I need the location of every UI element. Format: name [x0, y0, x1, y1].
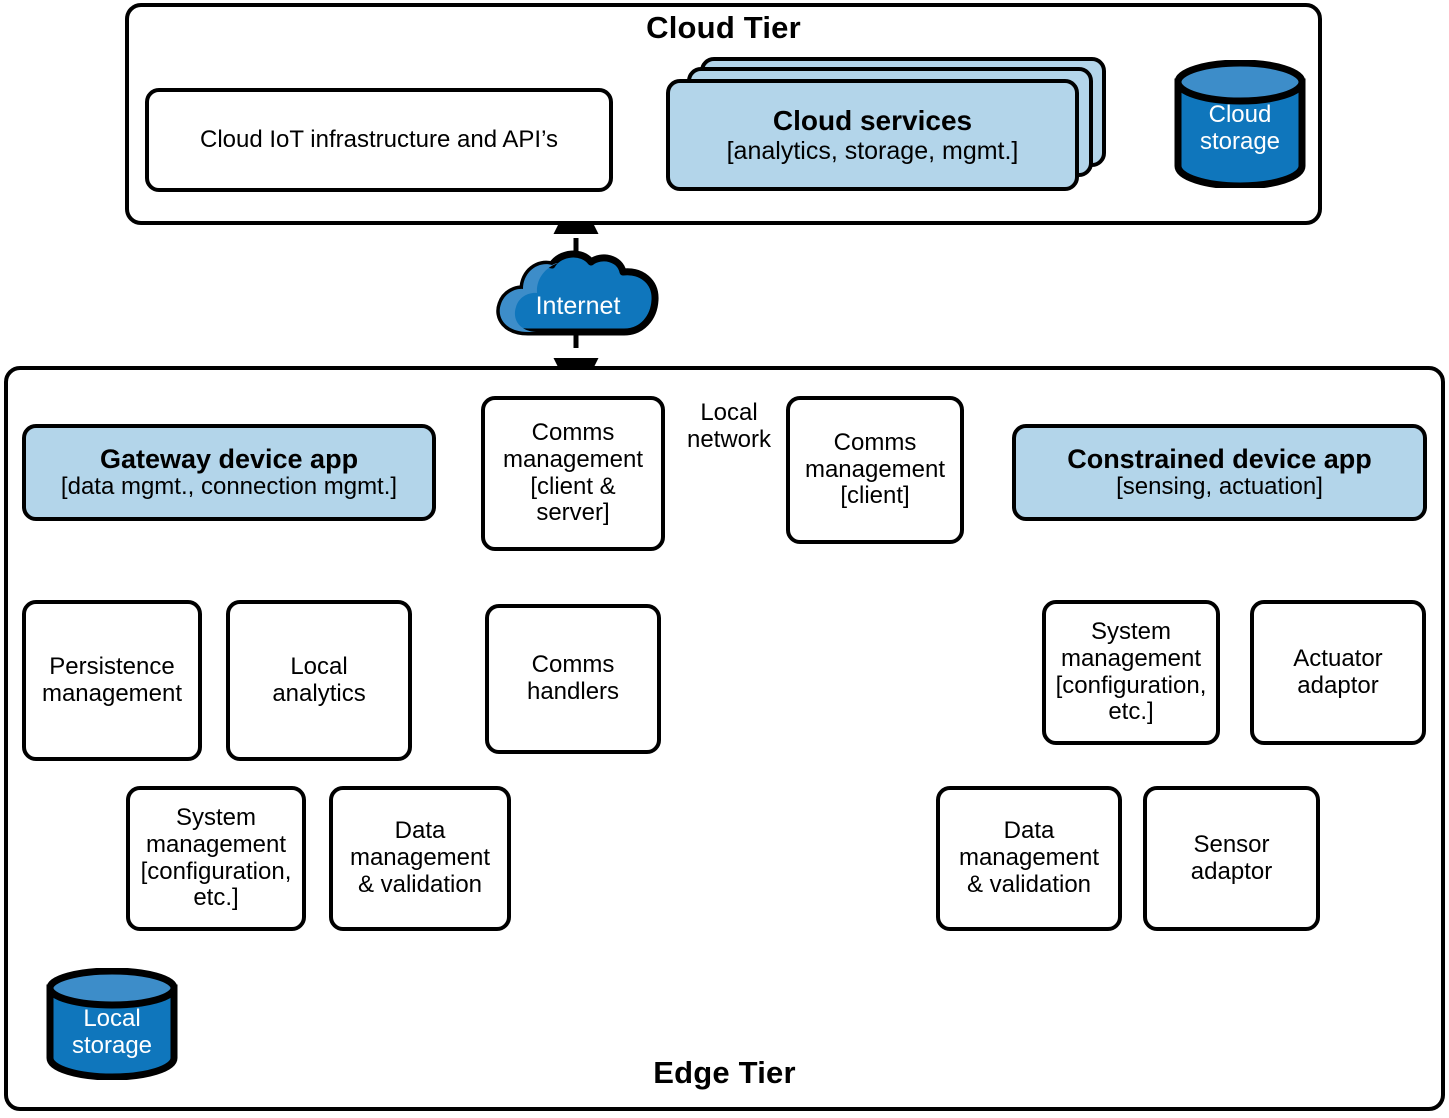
sensor-adaptor-line2: adaptor [1190, 857, 1273, 885]
comms-handlers-line1: Comms [531, 651, 615, 679]
cloud-storage-label: Cloud storage [1173, 101, 1307, 156]
internet-cloud[interactable]: Internet [492, 248, 664, 338]
gateway-comms-management-line4: server] [536, 499, 610, 527]
local-analytics-line1: Local [290, 652, 348, 680]
gateway-comms-management-line1: Comms [531, 418, 615, 446]
cloud-storage-cylinder[interactable]: Cloud storage [1173, 60, 1307, 188]
local-storage-line2: storage [71, 1031, 153, 1059]
local-network-line1: Local [700, 399, 758, 426]
gateway-comms-management-line2: management [502, 445, 644, 473]
constrained-data-management-line1: Data [1003, 817, 1055, 845]
edge-tier-title: Edge Tier [653, 1055, 796, 1090]
gateway-system-management-node[interactable]: System management [configuration, etc.] [126, 786, 306, 931]
gateway-data-management-line2: management [349, 844, 491, 872]
gateway-data-management-line1: Data [394, 817, 446, 845]
constrained-system-management-line4: etc.] [1108, 698, 1154, 726]
comms-handlers-node[interactable]: Comms handlers [485, 604, 661, 754]
comms-handlers-line2: handlers [526, 678, 620, 705]
actuator-adaptor-line1: Actuator [1293, 644, 1383, 672]
actuator-adaptor-node[interactable]: Actuator adaptor [1250, 600, 1426, 745]
constrained-data-management-node[interactable]: Data management & validation [936, 786, 1122, 931]
constrained-comms-management-line1: Comms [833, 428, 917, 456]
local-storage-cylinder[interactable]: Local storage [45, 968, 179, 1080]
gateway-device-app-title: Gateway device app [99, 443, 359, 474]
local-analytics-node[interactable]: Local analytics [226, 600, 412, 761]
gateway-system-management-line3: [configuration, [140, 857, 292, 885]
local-storage-line1: Local [83, 1005, 141, 1032]
cloud-services-stack[interactable]: Cloud services [analytics, storage, mgmt… [666, 57, 1110, 193]
cloud-iot-infrastructure-label: Cloud IoT infrastructure and API’s [200, 125, 558, 153]
constrained-system-management-line3: [configuration, [1055, 671, 1207, 699]
gateway-device-app-subtitle: [data mgmt., connection mgmt.] [60, 473, 398, 501]
constrained-system-management-line2: management [1060, 644, 1202, 672]
gateway-comms-management-node[interactable]: Comms management [client & server] [481, 396, 665, 551]
gateway-comms-management-line3: [client & [530, 472, 616, 500]
diagram-canvas: Cloud Tier Cloud IoT infrastructure and … [0, 0, 1449, 1118]
local-analytics-line2: analytics [272, 679, 366, 707]
sensor-adaptor-node[interactable]: Sensor adaptor [1143, 786, 1320, 931]
persistence-management-line2: management [41, 679, 183, 707]
gateway-system-management-line4: etc.] [193, 884, 239, 912]
constrained-comms-management-node[interactable]: Comms management [client] [786, 396, 964, 544]
actuator-adaptor-line2: adaptor [1297, 671, 1379, 699]
cloud-services-subtitle: [analytics, storage, mgmt.] [726, 136, 1019, 165]
constrained-comms-management-line3: [client] [840, 482, 910, 510]
local-storage-label: Local storage [45, 1005, 179, 1060]
persistence-management-node[interactable]: Persistence management [22, 600, 202, 761]
constrained-data-management-line2: management [958, 844, 1100, 872]
cloud-storage-line1: Cloud [1208, 101, 1272, 128]
sensor-adaptor-line1: Sensor [1193, 830, 1270, 858]
cloud-iot-infrastructure-node[interactable]: Cloud IoT infrastructure and API’s [145, 88, 613, 192]
persistence-management-line1: Persistence [49, 652, 175, 680]
internet-label: Internet [535, 292, 621, 320]
constrained-system-management-node[interactable]: System management [configuration, etc.] [1042, 600, 1220, 745]
cloud-services-title: Cloud services [772, 105, 973, 137]
local-network-line2: network [686, 425, 772, 453]
gateway-system-management-line2: management [145, 830, 287, 858]
cloud-tier-title: Cloud Tier [646, 10, 801, 45]
gateway-data-management-node[interactable]: Data management & validation [329, 786, 511, 931]
cloud-storage-line2: storage [1199, 127, 1281, 155]
constrained-device-app-title: Constrained device app [1067, 443, 1372, 474]
constrained-data-management-line3: & validation [966, 870, 1092, 898]
constrained-system-management-line1: System [1090, 617, 1171, 645]
gateway-data-management-line3: & validation [357, 870, 483, 898]
constrained-device-app-subtitle: [sensing, actuation] [1116, 473, 1323, 501]
constrained-comms-management-line2: management [804, 455, 946, 483]
constrained-device-app-node[interactable]: Constrained device app [sensing, actuati… [1012, 424, 1427, 521]
gateway-system-management-line1: System [175, 803, 256, 831]
gateway-device-app-node[interactable]: Gateway device app [data mgmt., connecti… [22, 424, 436, 521]
cloud-services-card-front: Cloud services [analytics, storage, mgmt… [666, 79, 1079, 191]
local-network-label: Local network [676, 399, 782, 454]
